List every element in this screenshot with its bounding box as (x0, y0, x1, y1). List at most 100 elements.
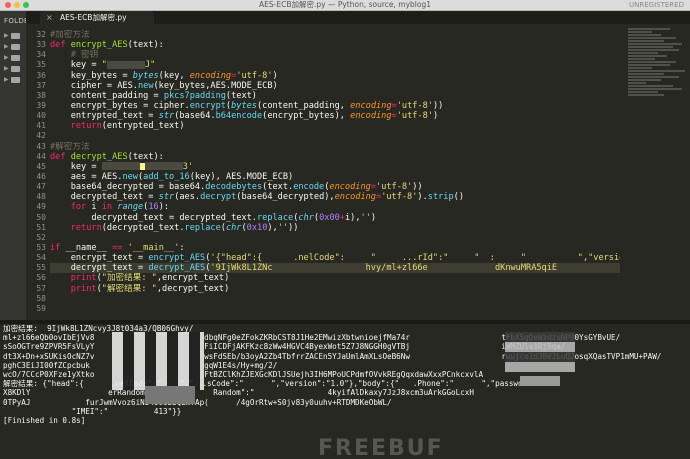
chevron-right-icon[interactable]: ▶ (4, 43, 9, 50)
line-number: 51 (36, 222, 46, 232)
line-number: 33 (36, 40, 46, 50)
output-line: "IMEI":" 413"}} (3, 406, 182, 416)
chevron-right-icon[interactable]: ▶ (4, 54, 9, 61)
code-line: def decrypt_AES(text): (50, 151, 164, 162)
redaction-mosaic (505, 332, 575, 372)
line-number: 41 (36, 121, 46, 131)
line-number: 55 (36, 263, 46, 273)
redaction-mosaic (112, 332, 204, 390)
minimap-line (628, 61, 676, 63)
minimap-line (628, 46, 673, 48)
minimap-line (628, 85, 673, 87)
unregistered-label: UNREGISTERED (629, 1, 684, 9)
code-line: return(entrypted_text) (50, 121, 185, 132)
line-number: 56 (36, 273, 46, 283)
minimap-line (628, 43, 682, 45)
code-line: # 密钥 (50, 50, 99, 61)
code-line: decrypted_text = decrypted_text.replace(… (50, 212, 377, 223)
minimap-line (628, 76, 679, 78)
sidebar-folder[interactable]: ▶ (4, 31, 26, 40)
line-number: 43 (36, 141, 46, 151)
output-line: dt3X+Dn+xSUKisOcNZ7v wsFdSEb/b3oyA2Zb4Tb… (3, 351, 662, 361)
minimap-line (628, 52, 658, 54)
sidebar-folder[interactable]: ▶ (4, 42, 26, 51)
code-line: if __name__ == '__main__': (50, 242, 185, 253)
code-line: encrypt_bytes = cipher.encrypt(bytes(con… (50, 100, 444, 111)
folder-icon (11, 77, 20, 83)
minimap-line (628, 82, 646, 84)
code-line: print("加密结果: ",encrypt_text) (50, 273, 230, 284)
minimap-line (628, 70, 685, 72)
redacted-block (106, 60, 145, 69)
code-line: aes = AES.new(add_to_16(key), AES.MODE_E… (50, 171, 294, 182)
folders-label: FOLDERS (4, 17, 26, 25)
line-number: 44 (36, 151, 46, 161)
sidebar-folder[interactable]: ▶ (4, 53, 26, 62)
code-line: #加密方法 (50, 30, 90, 40)
line-number: 47 (36, 182, 46, 192)
code-line: content_padding = pkcs7padding(text) (50, 90, 257, 101)
line-number: 40 (36, 111, 46, 121)
code-line-current: decrypt_text = decrypt_AES('9IjWk8L1ZNc … (50, 263, 620, 274)
code-line: print("解密结果: ",decrypt_text) (50, 283, 230, 294)
code-line: #解密方法 (50, 141, 90, 152)
minimap-line (628, 67, 652, 69)
line-number: 59 (36, 303, 46, 313)
output-line: wcO/7CCcP0XFze1yXtko FtBZClKhZJEXGcKDlJS… (3, 369, 484, 379)
window-title: AES-ECB加解密.py — Python, source, myblog1 (259, 0, 431, 9)
watermark: FREEBUF (318, 436, 444, 459)
line-number: 45 (36, 161, 46, 171)
minimap-line (628, 94, 664, 96)
line-number: 36 (36, 70, 46, 80)
redacted-block (101, 162, 140, 171)
minimap-line (628, 49, 679, 51)
chevron-right-icon[interactable]: ▶ (4, 32, 9, 39)
output-line: sSoOGTre9ZPVR5FsVLyY FiICDFjAKFKzc8zWw4H… (3, 342, 566, 352)
minimap-line (628, 91, 658, 93)
output-line: X8KDlY erRandom":" Random":" 4kyifAlDkax… (3, 388, 474, 398)
sidebar-folder[interactable]: ▶ (4, 75, 26, 84)
code-line: decrypted_text = str(aes.decrypt(base64_… (50, 192, 464, 203)
code-line: key = " J" (50, 60, 156, 71)
chevron-right-icon[interactable]: ▶ (4, 76, 9, 83)
line-number: 52 (36, 232, 46, 242)
code-line: encrypt_text = encrypt_AES('{"head":{ .n… (50, 253, 620, 264)
line-number: 54 (36, 253, 46, 263)
output-line: pghC3EiJI00fZCpcbuk gqW1E4s/Hy+mg/2/ (3, 360, 278, 370)
minimap[interactable] (628, 28, 688, 138)
line-number: 58 (36, 293, 46, 303)
redaction-mosaic (145, 386, 195, 404)
folder-icon (11, 55, 20, 61)
folder-icon (11, 66, 20, 72)
folder-icon (11, 44, 20, 50)
code-line: entrypted_text = str(base64.b64encode(en… (50, 111, 439, 122)
output-line: 解密结果: {"head":{ .nelCode":" ","...sCode"… (3, 379, 537, 389)
code-editor[interactable]: 32 33 34 35 36 37 38 39 40 41 42 43 44 45 46 47 48 49 50 51… (26, 24, 690, 320)
line-number: 46 (36, 171, 46, 181)
title-bar: AES-ECB加解密.py — Python, source, myblog1 … (0, 0, 690, 11)
line-number: 53 (36, 242, 46, 252)
code-line: for i in range(16): (50, 202, 170, 213)
minimap-line (628, 73, 664, 75)
sidebar: FOLDERS ▶ ▶ ▶ ▶ ▶ (0, 11, 26, 320)
minimap-line (628, 31, 652, 33)
minimap-line (628, 79, 661, 81)
tab-label: AES-ECB加解密.py (60, 13, 127, 22)
code-line: base64_decrypted = base64.decodebytes(te… (50, 182, 423, 193)
close-tab-icon[interactable]: × (46, 11, 53, 24)
build-output-panel: 加密结果: 9IjWk8L1ZNcvy3J8t034a3/QB06Ghvy/ m… (0, 324, 690, 459)
tab-aes-ecb-file[interactable]: × AES-ECB加解密.py (40, 11, 154, 24)
minimap-line (628, 40, 664, 42)
tab-bar: × AES-ECB加解密.py (26, 11, 690, 24)
line-number: 49 (36, 202, 46, 212)
chevron-right-icon[interactable]: ▶ (4, 65, 9, 72)
output-line: 加密结果: 9IjWk8L1ZNcvy3J8t034a3/QB06Ghvy/ (3, 324, 194, 333)
redaction-mosaic (520, 376, 560, 386)
minimap-line (628, 37, 676, 39)
code-area[interactable]: #加密方法 def encrypt_AES(text): # 密钥 key = … (50, 30, 620, 304)
line-number: 39 (36, 100, 46, 110)
sidebar-folder[interactable]: ▶ (4, 64, 26, 73)
folder-icon (11, 33, 20, 39)
